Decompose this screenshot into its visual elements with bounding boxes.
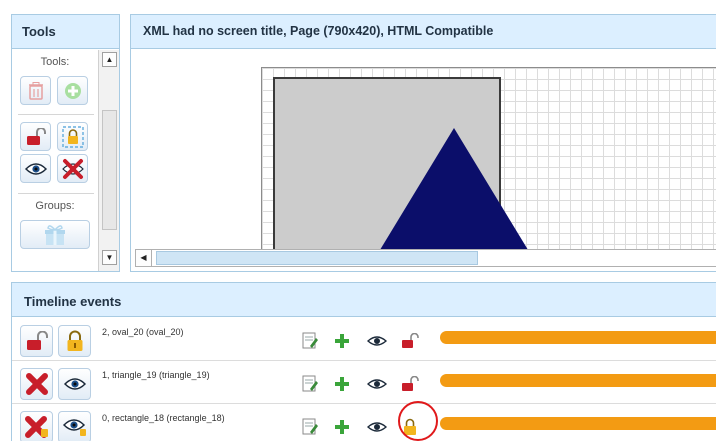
scroll-down-icon[interactable]: ▼ <box>102 250 117 265</box>
tools-divider <box>18 114 94 115</box>
timeline-row[interactable]: 0, rectangle_18 (rectangle_18) <box>12 405 716 441</box>
scroll-up-icon[interactable]: ▲ <box>102 52 117 67</box>
tools-panel-title: Tools <box>12 15 119 49</box>
red-lock-open-icon[interactable] <box>400 374 420 394</box>
canvas-title: XML had no screen title, Page (790x420),… <box>131 15 716 49</box>
show-button[interactable] <box>20 154 51 183</box>
add-button[interactable] <box>57 76 88 105</box>
design-canvas[interactable] <box>131 50 716 250</box>
eye-badge-icon <box>62 419 86 436</box>
timeline-bar[interactable] <box>440 417 716 430</box>
row-lock-button[interactable] <box>58 325 91 357</box>
timeline-title: Timeline events <box>12 283 716 317</box>
tools-scrollbar[interactable]: ▲ ▼ <box>98 50 119 271</box>
timeline-row[interactable]: 2, oval_20 (oval_20) <box>12 319 716 361</box>
canvas-panel: XML had no screen title, Page (790x420),… <box>130 14 716 272</box>
add-icon[interactable] <box>332 331 352 351</box>
row-unlock-button[interactable] <box>20 325 53 357</box>
timeline-bar[interactable] <box>440 331 716 344</box>
edit-document-icon[interactable] <box>300 374 320 394</box>
edit-document-icon[interactable] <box>300 331 320 351</box>
scroll-left-icon[interactable]: ◀ <box>136 250 152 266</box>
add-icon[interactable] <box>332 374 352 394</box>
red-lock-open-icon[interactable] <box>400 331 420 351</box>
red-lock-open-icon <box>26 127 46 145</box>
hide-button[interactable] <box>57 154 88 183</box>
selection-lock-icon <box>61 125 84 148</box>
lock-selection-button[interactable] <box>57 122 88 151</box>
add-circle-icon <box>64 82 81 99</box>
hide-eye-icon <box>61 158 84 179</box>
eye-icon[interactable] <box>367 331 387 351</box>
tools-panel: Tools Tools: Groups: ▲ ▼ <box>11 14 120 272</box>
gift-group-icon <box>45 224 65 245</box>
canvas-scroll-thumb[interactable] <box>156 251 478 265</box>
highlight-circle <box>398 401 438 441</box>
groups-label: Groups: <box>35 200 75 212</box>
delete-button[interactable] <box>20 76 51 105</box>
row-show-button[interactable] <box>58 411 91 441</box>
create-group-button[interactable] <box>20 220 90 249</box>
row-delete-button[interactable] <box>20 411 53 441</box>
timeline-bar[interactable] <box>440 374 716 387</box>
tools-body: Tools: Groups: <box>12 50 98 271</box>
tools-label: Tools: <box>40 56 70 68</box>
canvas-hscrollbar[interactable]: ◀ <box>135 249 716 267</box>
edit-document-icon[interactable] <box>300 417 320 437</box>
eye-icon <box>63 378 86 390</box>
tools-scroll-thumb[interactable] <box>102 110 117 230</box>
eye-icon <box>24 162 47 175</box>
trash-icon <box>28 81 43 100</box>
timeline-panel: Timeline events 2, oval_20 (oval_20) 1, … <box>11 282 716 441</box>
red-x-badge-icon <box>24 416 48 438</box>
red-lock-open-icon <box>26 331 48 350</box>
event-label: 1, triangle_19 (triangle_19) <box>102 370 210 380</box>
event-label: 2, oval_20 (oval_20) <box>102 327 184 337</box>
row-show-button[interactable] <box>58 368 91 400</box>
unlock-button[interactable] <box>20 122 51 151</box>
tools-divider <box>18 193 94 194</box>
row-delete-button[interactable] <box>20 368 53 400</box>
event-label: 0, rectangle_18 (rectangle_18) <box>102 413 225 423</box>
eye-icon[interactable] <box>367 374 387 394</box>
triangle-shape[interactable] <box>369 128 539 250</box>
gold-lock-icon <box>67 330 82 351</box>
eye-icon[interactable] <box>367 417 387 437</box>
add-icon[interactable] <box>332 417 352 437</box>
timeline-row[interactable]: 1, triangle_19 (triangle_19) <box>12 362 716 404</box>
red-x-icon <box>25 373 48 395</box>
